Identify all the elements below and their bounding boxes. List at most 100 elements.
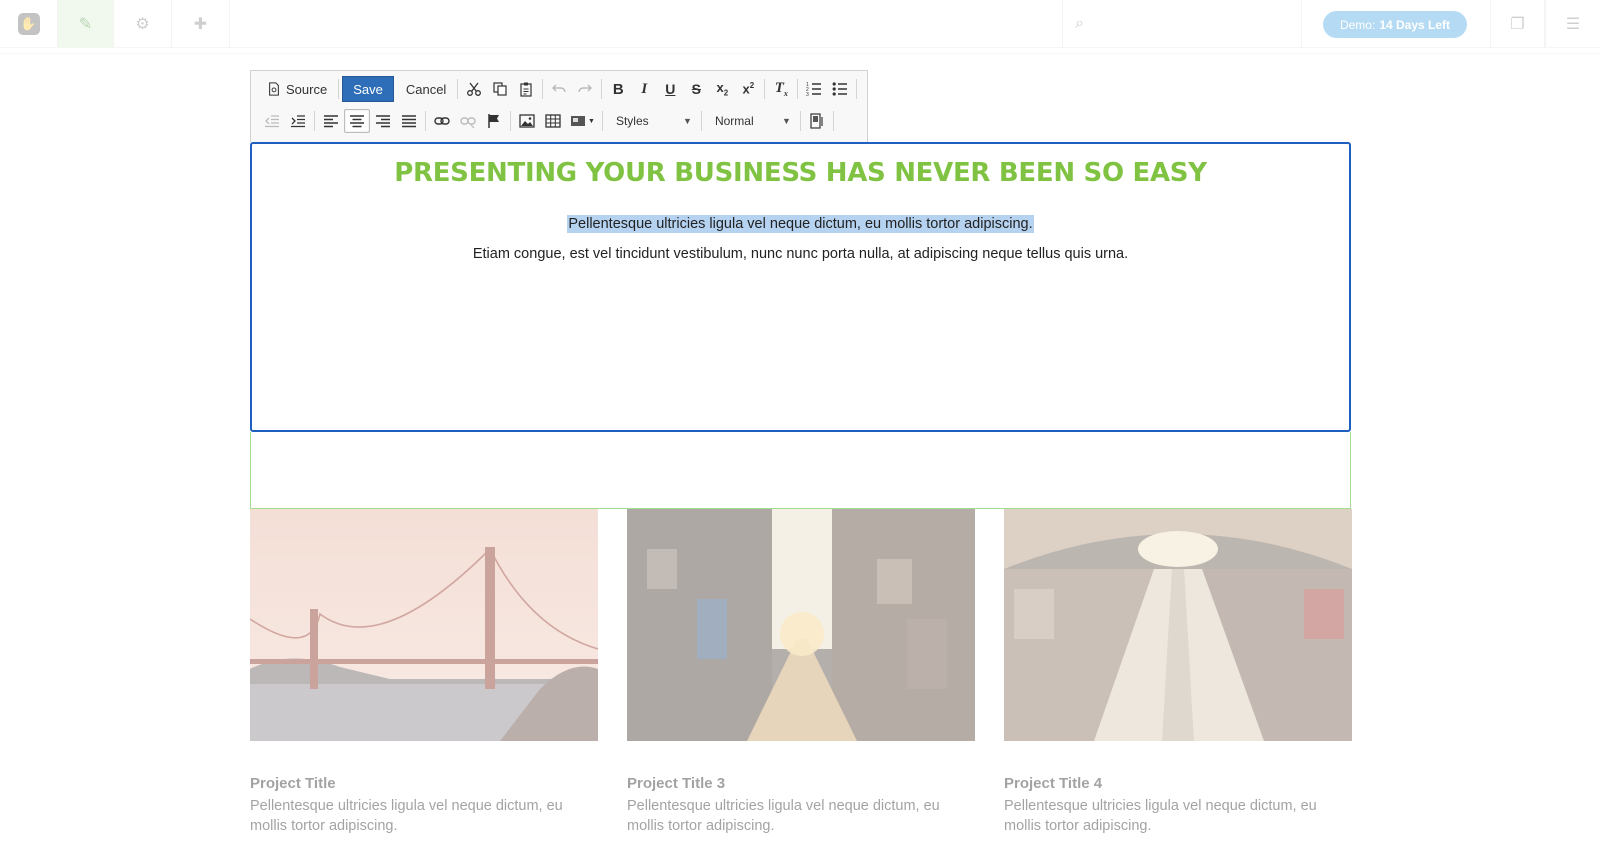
- dashboard-settings-button[interactable]: ☰: [1545, 0, 1600, 48]
- body-paragraph[interactable]: Etiam congue, est vel tincidunt vestibul…: [252, 246, 1349, 262]
- copy-button[interactable]: [487, 77, 513, 101]
- undo-button[interactable]: [546, 77, 572, 101]
- superscript-button[interactable]: x2: [735, 77, 761, 101]
- format-dropdown[interactable]: Normal ▼: [705, 109, 797, 133]
- toolbar-row-2: ▼ Styles ▼ Normal ▼: [259, 107, 837, 135]
- toolbar-row-1: Source Save Cancel B I U S x2 x2 Tx 123: [259, 75, 860, 103]
- separator: [457, 79, 459, 99]
- separator: [799, 111, 801, 131]
- unlink-button[interactable]: [455, 109, 481, 133]
- cut-button[interactable]: [461, 77, 487, 101]
- projects-grid: Project Title Pellentesque ultricies lig…: [250, 509, 1352, 844]
- increase-indent-button[interactable]: [285, 109, 311, 133]
- maximize-icon: [810, 113, 823, 129]
- pencil-icon: ✎: [78, 16, 93, 33]
- strikethrough-icon: S: [691, 81, 701, 97]
- maximize-button[interactable]: [804, 109, 830, 133]
- page-headline[interactable]: PRESENTING YOUR BUSINESS HAS NEVER BEEN …: [252, 158, 1349, 188]
- source-button[interactable]: Source: [259, 76, 335, 102]
- plus-icon: ✚: [193, 16, 208, 33]
- project-card: Project Title 4 Pellentesque ultricies l…: [1004, 509, 1352, 836]
- anchor-button[interactable]: [481, 109, 507, 133]
- strikethrough-button[interactable]: S: [683, 77, 709, 101]
- sliders-icon: ☰: [1565, 16, 1581, 33]
- project-card: Project Title Pellentesque ultricies lig…: [250, 509, 598, 836]
- bold-button[interactable]: B: [605, 77, 631, 101]
- separator: [425, 111, 426, 131]
- align-center-icon: [350, 115, 364, 128]
- align-center-button[interactable]: [344, 109, 370, 133]
- project-title[interactable]: Project Title: [250, 775, 598, 792]
- separator: [700, 111, 702, 131]
- redo-button[interactable]: [572, 77, 598, 101]
- redo-icon: [578, 84, 593, 93]
- paste-button[interactable]: [513, 77, 539, 101]
- decrease-indent-button[interactable]: [259, 109, 285, 133]
- sitemap-button[interactable]: ❐: [1490, 0, 1545, 48]
- numbered-list-icon: 123: [806, 82, 822, 97]
- chevron-down-icon: ▼: [588, 117, 595, 125]
- demo-prefix: Demo:: [1339, 17, 1376, 32]
- separator: [856, 79, 858, 99]
- demo-days-left: 14 Days Left: [1379, 17, 1451, 32]
- subway-escalator-image: [1004, 509, 1352, 741]
- bulleted-list-button[interactable]: [827, 77, 853, 101]
- project-description: Pellentesque ultricies ligula vel neque …: [1004, 798, 1317, 834]
- copy-pages-icon: ❐: [1510, 16, 1525, 33]
- content-editable-area[interactable]: PRESENTING YOUR BUSINESS HAS NEVER BEEN …: [250, 142, 1351, 432]
- insert-media-dropdown[interactable]: ▼: [566, 109, 599, 133]
- align-right-button[interactable]: [370, 109, 396, 133]
- underline-button[interactable]: U: [657, 77, 683, 101]
- svg-text:3: 3: [806, 92, 809, 97]
- page-settings-button[interactable]: ⚙: [114, 0, 172, 48]
- styles-dropdown[interactable]: Styles ▼: [606, 109, 698, 133]
- indent-icon: [291, 115, 305, 128]
- justify-icon: [402, 115, 416, 128]
- clipboard-icon: [520, 82, 532, 97]
- project-description: Pellentesque ultricies ligula vel neque …: [627, 798, 940, 834]
- scissors-icon: [467, 82, 482, 96]
- align-left-button[interactable]: [318, 109, 344, 133]
- justify-button[interactable]: [396, 109, 422, 133]
- separator: [314, 111, 315, 131]
- subscript-button[interactable]: x2: [709, 77, 735, 101]
- toolbar-shadow: [0, 48, 1600, 54]
- subscript-icon: x2: [716, 80, 729, 98]
- numbered-list-button[interactable]: 123: [801, 77, 827, 101]
- cancel-button[interactable]: Cancel: [398, 76, 454, 102]
- separator: [601, 111, 603, 131]
- search-bar[interactable]: ⌕: [1062, 0, 1302, 48]
- table-icon: [545, 114, 561, 128]
- project-title[interactable]: Project Title 3: [627, 775, 975, 792]
- align-right-icon: [376, 115, 390, 128]
- golden-gate-bridge-image: [250, 509, 598, 741]
- unlink-icon: [460, 117, 476, 129]
- italic-icon: I: [641, 80, 648, 97]
- search-icon: ⌕: [1075, 15, 1084, 32]
- chevron-down-icon: ▼: [683, 116, 692, 126]
- flag-icon: [488, 114, 499, 128]
- source-label: Source: [286, 81, 328, 97]
- undo-icon: [552, 84, 567, 93]
- selected-paragraph[interactable]: Pellentesque ultricies ligula vel neque …: [252, 215, 1349, 233]
- separator: [601, 79, 603, 99]
- remove-format-button[interactable]: Tx: [768, 77, 794, 101]
- edit-mode-button[interactable]: ✎: [58, 0, 114, 48]
- superscript-icon: x2: [742, 81, 755, 97]
- format-label: Normal: [714, 114, 754, 128]
- remove-format-icon: Tx: [774, 80, 788, 98]
- insert-table-button[interactable]: [540, 109, 566, 133]
- underline-icon: U: [665, 81, 676, 97]
- italic-button[interactable]: I: [631, 77, 657, 101]
- link-button[interactable]: [429, 109, 455, 133]
- gear-icon: ⚙: [135, 16, 150, 33]
- demo-status-badge[interactable]: Demo: 14 Days Left: [1323, 11, 1467, 38]
- copy-icon: [493, 82, 507, 96]
- project-title[interactable]: Project Title 4: [1004, 775, 1352, 792]
- concrete-logo[interactable]: ✋: [0, 0, 58, 48]
- add-block-button[interactable]: ✚: [172, 0, 230, 48]
- insert-image-button[interactable]: [514, 109, 540, 133]
- separator: [832, 111, 834, 131]
- bold-icon: B: [612, 80, 624, 98]
- save-button[interactable]: Save: [342, 76, 394, 102]
